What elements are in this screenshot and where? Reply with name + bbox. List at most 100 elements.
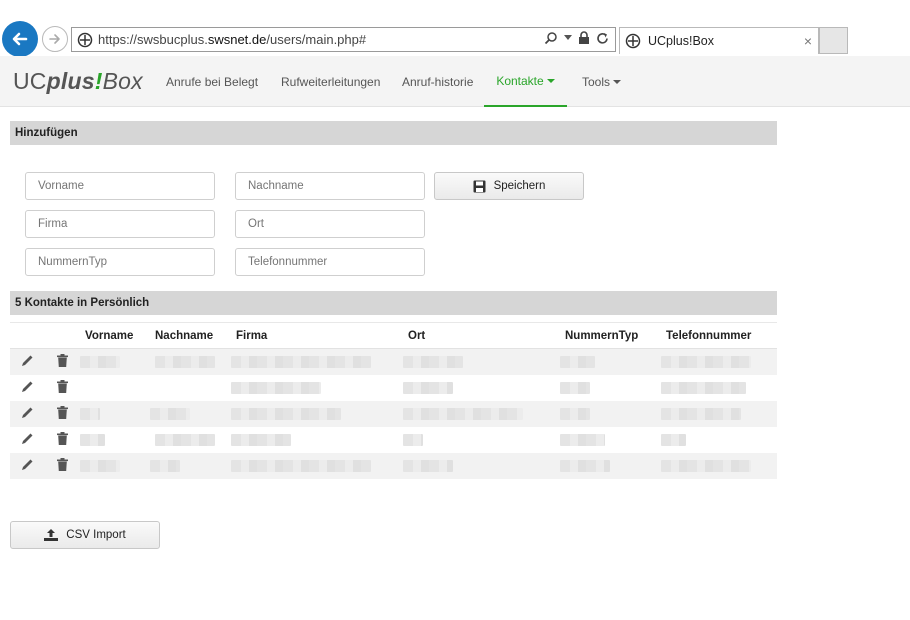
tab-title: UCplus!Box <box>648 34 714 48</box>
dropdown-caret-icon[interactable] <box>564 35 572 41</box>
new-tab-button[interactable] <box>819 27 848 54</box>
pencil-icon <box>22 381 33 392</box>
blurred-cell <box>231 400 403 427</box>
delete-column-header <box>45 322 80 349</box>
nav-item-rufweiterleitungen[interactable]: Rufweiterleitungen <box>281 56 380 107</box>
column-header-telefonnummer: Telefonnummer <box>661 322 777 349</box>
column-header-nachname: Nachname <box>150 322 231 349</box>
blurred-cell <box>80 348 150 375</box>
blurred-cell <box>231 348 403 375</box>
caret-down-icon <box>546 78 555 83</box>
blurred-cell <box>403 400 560 427</box>
table-row <box>10 452 777 479</box>
add-section-header: Hinzufügen <box>10 121 777 145</box>
column-header-ort: Ort <box>403 322 560 349</box>
edit-column-header <box>10 322 45 349</box>
blurred-cell <box>150 427 231 453</box>
edit-button[interactable] <box>10 452 45 479</box>
table-header-row: Vorname Nachname Firma Ort NummernTyp Te… <box>10 322 777 349</box>
blurred-cell <box>150 452 231 479</box>
blurred-cell <box>403 348 560 375</box>
globe-icon <box>622 30 644 52</box>
save-button[interactable]: Speichern <box>434 172 584 200</box>
csv-import-button[interactable]: CSV Import <box>10 521 160 549</box>
refresh-icon[interactable] <box>596 32 609 45</box>
blurred-cell <box>80 427 150 453</box>
nachname-input[interactable] <box>235 172 425 200</box>
trash-icon <box>57 353 68 367</box>
url-text: https://swsbucplus.swsnet.de/users/main.… <box>98 32 367 47</box>
edit-button[interactable] <box>10 400 45 427</box>
nav-item-tools[interactable]: Tools <box>582 56 622 107</box>
column-header-firma: Firma <box>231 322 403 349</box>
upload-icon <box>44 529 59 541</box>
forward-button[interactable] <box>42 26 68 52</box>
delete-button[interactable] <box>45 400 80 427</box>
blurred-cell <box>560 427 661 453</box>
blurred-cell <box>150 375 231 401</box>
trash-icon <box>57 457 68 471</box>
contacts-table-body <box>10 348 777 479</box>
contacts-section-header: 5 Kontakte in Persönlich <box>10 291 777 315</box>
telefonnummer-input[interactable] <box>235 248 425 276</box>
blurred-cell <box>403 427 560 453</box>
edit-button[interactable] <box>10 375 45 401</box>
blurred-cell <box>80 375 150 401</box>
blurred-cell <box>661 375 777 401</box>
browser-tab[interactable]: UCplus!Box × <box>619 27 819 54</box>
blurred-cell <box>231 375 403 401</box>
pencil-icon <box>22 433 33 444</box>
firma-input[interactable] <box>25 210 215 238</box>
blurred-cell <box>80 400 150 427</box>
column-header-nummerntyp: NummernTyp <box>560 322 661 349</box>
lock-icon[interactable] <box>578 31 590 45</box>
search-icon[interactable] <box>544 31 558 45</box>
pencil-icon <box>22 355 33 366</box>
nav-item-anrufe-bei-belegt[interactable]: Anrufe bei Belegt <box>166 56 258 107</box>
brand-logo[interactable]: UCplus!Box <box>13 68 143 95</box>
blurred-cell <box>403 452 560 479</box>
table-row <box>10 348 777 375</box>
contacts-table: Vorname Nachname Firma Ort NummernTyp Te… <box>10 322 777 479</box>
blurred-cell <box>560 452 661 479</box>
blurred-cell <box>403 375 560 401</box>
table-row <box>10 375 777 401</box>
address-bar[interactable]: https://swsbucplus.swsnet.de/users/main.… <box>71 27 616 52</box>
arrow-right-icon <box>49 34 60 44</box>
table-row <box>10 400 777 427</box>
nav-item-kontakte[interactable]: Kontakte <box>484 56 567 107</box>
trash-icon <box>57 379 68 393</box>
blurred-cell <box>661 452 777 479</box>
caret-down-icon <box>613 79 622 84</box>
blurred-cell <box>661 348 777 375</box>
delete-button[interactable] <box>45 375 80 401</box>
edit-button[interactable] <box>10 427 45 453</box>
blurred-cell <box>560 400 661 427</box>
blurred-cell <box>231 452 403 479</box>
nummerntyp-input[interactable] <box>25 248 215 276</box>
blurred-cell <box>560 348 661 375</box>
trash-icon <box>57 431 68 445</box>
delete-button[interactable] <box>45 427 80 453</box>
delete-button[interactable] <box>45 452 80 479</box>
arrow-left-icon <box>12 32 28 46</box>
back-button[interactable] <box>2 21 38 57</box>
blurred-cell <box>661 400 777 427</box>
blurred-cell <box>150 400 231 427</box>
blurred-cell <box>560 375 661 401</box>
ort-input[interactable] <box>235 210 425 238</box>
blurred-cell <box>150 348 231 375</box>
browser-chrome: https://swsbucplus.swsnet.de/users/main.… <box>0 0 910 57</box>
app-navbar: UCplus!Box Anrufe bei Belegt Rufweiterle… <box>0 56 910 107</box>
nav-item-anruf-historie[interactable]: Anruf-historie <box>402 56 473 107</box>
vorname-input[interactable] <box>25 172 215 200</box>
blurred-cell <box>231 427 403 453</box>
edit-button[interactable] <box>10 348 45 375</box>
delete-button[interactable] <box>45 348 80 375</box>
close-tab-button[interactable]: × <box>804 33 812 49</box>
trash-icon <box>57 405 68 419</box>
pencil-icon <box>22 459 33 470</box>
globe-icon <box>74 29 96 51</box>
blurred-cell <box>80 452 150 479</box>
blurred-cell <box>661 427 777 453</box>
